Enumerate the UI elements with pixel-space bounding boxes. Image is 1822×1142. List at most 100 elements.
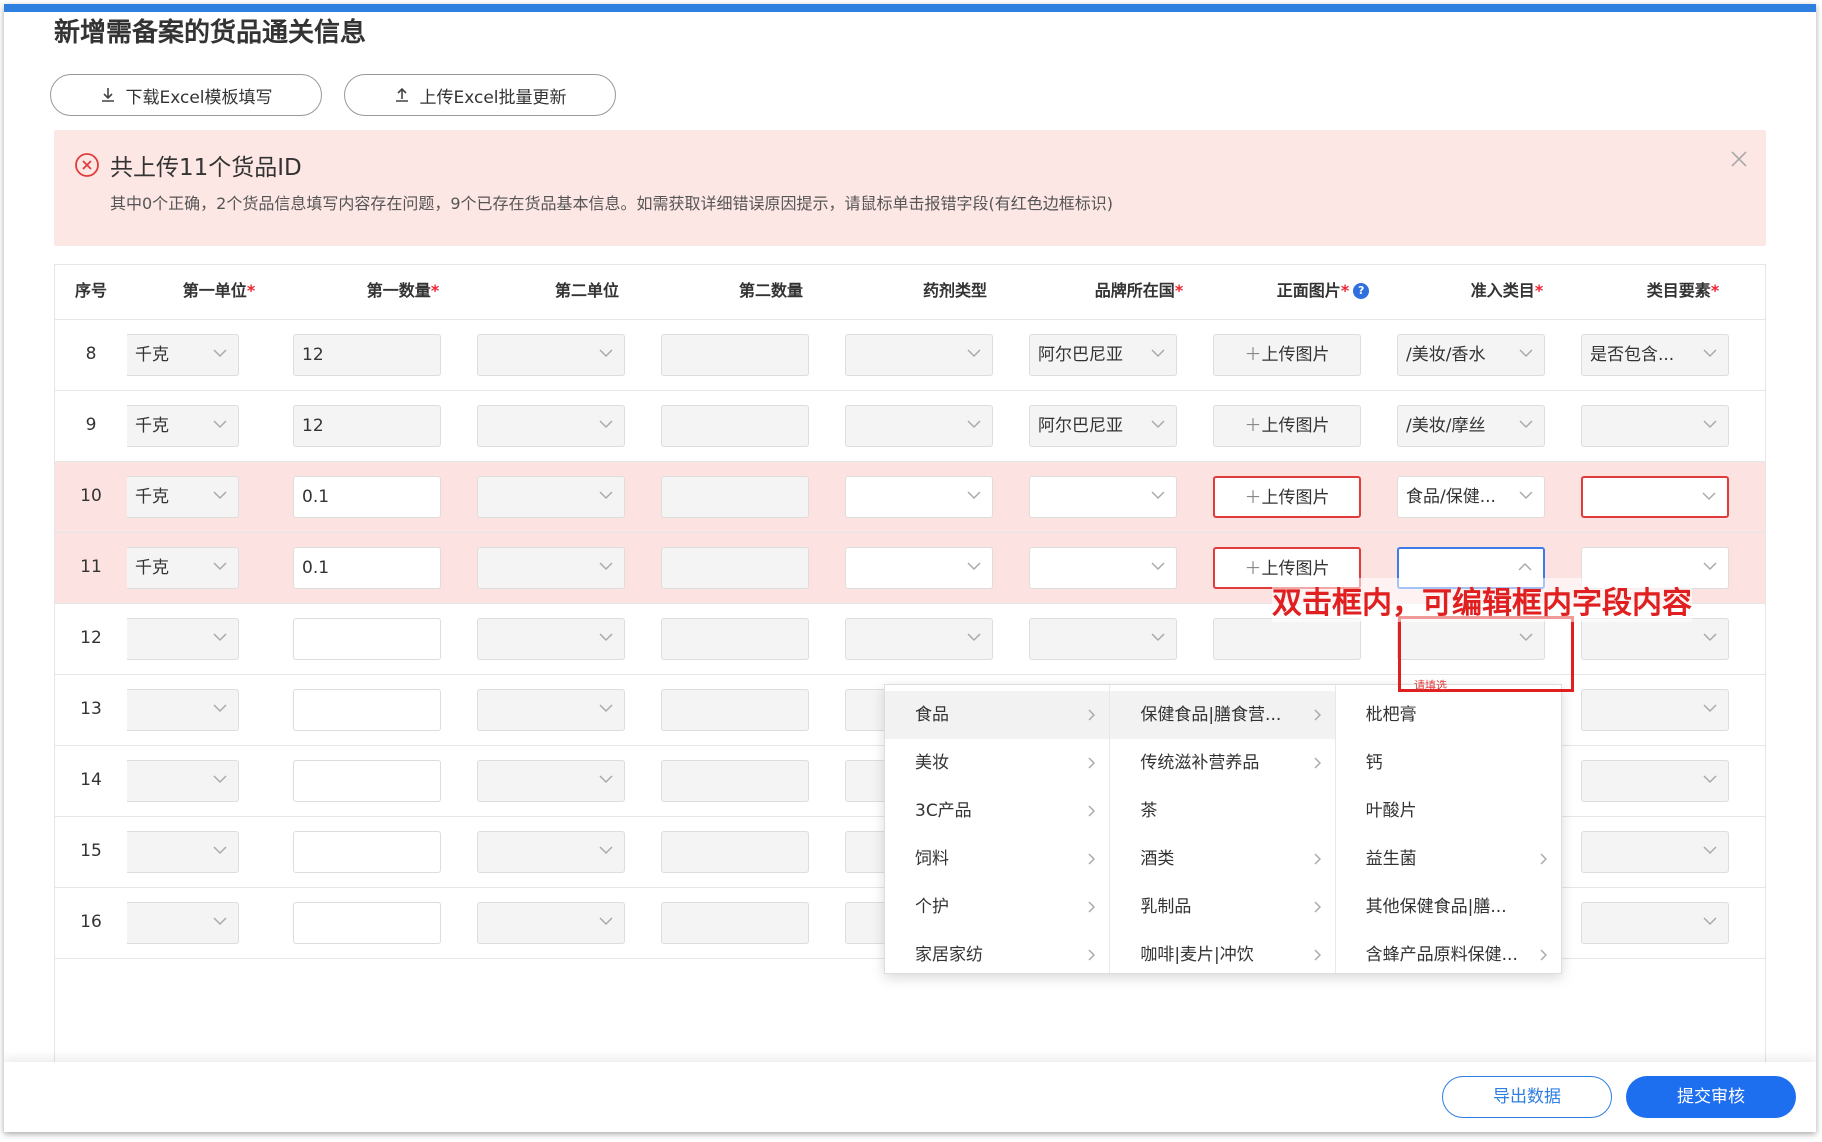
chevron-down-icon xyxy=(1703,775,1717,784)
category-element-select[interactable]: 是否包含... xyxy=(1581,334,1729,376)
first-qty-input[interactable] xyxy=(293,902,441,944)
first-qty-input[interactable]: 0.1 xyxy=(293,476,441,518)
upload-icon xyxy=(396,87,409,102)
second-unit-select[interactable] xyxy=(477,476,625,518)
second-unit-select[interactable] xyxy=(477,334,625,376)
upload-image-button[interactable] xyxy=(1213,618,1361,660)
access-category-select[interactable]: /美妆/香水 xyxy=(1397,334,1545,376)
upload-image-button[interactable]: ＋上传图片 xyxy=(1213,334,1361,376)
first-unit-select[interactable]: 千克 xyxy=(127,547,239,589)
upload-excel-button[interactable]: 上传Excel批量更新 xyxy=(344,74,616,116)
cascader-option[interactable]: 乳制品 xyxy=(1110,883,1334,931)
first-qty-input[interactable]: 0.1 xyxy=(293,547,441,589)
chevron-right-icon xyxy=(1088,949,1096,961)
dosage-type-select[interactable] xyxy=(845,405,993,447)
second-qty-input[interactable] xyxy=(661,476,809,518)
second-qty-input[interactable] xyxy=(661,760,809,802)
cascader-option-label: 咖啡|麦片|冲饮 xyxy=(1140,945,1254,965)
cascader-option[interactable]: 美妆 xyxy=(885,739,1109,787)
second-unit-select[interactable] xyxy=(477,405,625,447)
first-unit-select[interactable] xyxy=(127,902,239,944)
close-icon[interactable] xyxy=(1728,148,1750,170)
category-element-select[interactable] xyxy=(1581,831,1729,873)
cascader-option[interactable]: 家居家纺 xyxy=(885,931,1109,979)
brand-country-select[interactable]: 阿尔巴尼亚 xyxy=(1029,405,1177,447)
cascader-option[interactable]: 个护 xyxy=(885,883,1109,931)
chevron-down-icon xyxy=(967,420,981,429)
cascader-option[interactable]: 酒类 xyxy=(1110,835,1334,883)
cascader-option[interactable]: 饲料 xyxy=(885,835,1109,883)
category-element-select[interactable] xyxy=(1581,618,1729,660)
chevron-down-icon xyxy=(213,846,227,855)
first-qty-input[interactable] xyxy=(293,618,441,660)
second-unit-select[interactable] xyxy=(477,618,625,660)
download-template-button[interactable]: 下载Excel模板填写 xyxy=(50,74,322,116)
submit-review-button[interactable]: 提交审核 xyxy=(1626,1076,1796,1118)
cascader-option[interactable]: 咖啡|麦片|冲饮 xyxy=(1110,931,1334,979)
cascader-option[interactable]: 保健食品|膳食营... xyxy=(1110,691,1335,739)
upload-image-button[interactable]: ＋上传图片 xyxy=(1213,476,1361,518)
first-unit-select[interactable]: 千克 xyxy=(127,334,239,376)
category-element-select[interactable] xyxy=(1581,760,1729,802)
second-unit-select[interactable] xyxy=(477,902,625,944)
second-qty-input[interactable] xyxy=(661,618,809,660)
cascader-option[interactable]: 含蜂产品原料保健... xyxy=(1336,931,1561,979)
first-qty-input[interactable] xyxy=(293,831,441,873)
access-category-select[interactable]: /美妆/摩丝 xyxy=(1397,405,1545,447)
chevron-right-icon xyxy=(1314,709,1321,721)
second-unit-select[interactable] xyxy=(477,831,625,873)
category-element-select[interactable] xyxy=(1581,476,1729,518)
cascader-option[interactable]: 益生菌 xyxy=(1336,835,1561,883)
brand-country-select[interactable] xyxy=(1029,476,1177,518)
dosage-type-select[interactable] xyxy=(845,618,993,660)
second-unit-select[interactable] xyxy=(477,760,625,802)
second-qty-input[interactable] xyxy=(661,334,809,376)
chevron-down-icon xyxy=(1519,491,1533,500)
second-qty-input[interactable] xyxy=(661,405,809,447)
first-unit-select[interactable] xyxy=(127,831,239,873)
cascader-option[interactable]: 枇杷膏 xyxy=(1336,691,1561,739)
export-data-button[interactable]: 导出数据 xyxy=(1442,1076,1612,1118)
dosage-type-select[interactable] xyxy=(845,334,993,376)
first-qty-input[interactable] xyxy=(293,689,441,731)
category-element-select[interactable] xyxy=(1581,689,1729,731)
first-qty-input-value: 0.1 xyxy=(302,487,330,507)
chevron-down-icon xyxy=(599,775,613,784)
second-qty-input[interactable] xyxy=(661,902,809,944)
first-qty-input[interactable]: 12 xyxy=(293,405,441,447)
second-unit-select[interactable] xyxy=(477,547,625,589)
cascader-option[interactable]: 叶酸片 xyxy=(1336,787,1561,835)
first-unit-select[interactable] xyxy=(127,689,239,731)
dosage-type-select[interactable] xyxy=(845,547,993,589)
first-unit-select[interactable]: 千克 xyxy=(127,405,239,447)
cascader-option[interactable]: 3C产品 xyxy=(885,787,1109,835)
category-element-select[interactable] xyxy=(1581,902,1729,944)
first-unit-select[interactable] xyxy=(127,760,239,802)
second-qty-input[interactable] xyxy=(661,689,809,731)
cascader-option[interactable]: 传统滋补营养品 xyxy=(1110,739,1334,787)
column-header-label: 品牌所在国 xyxy=(1094,281,1175,300)
first-qty-input[interactable]: 12 xyxy=(293,334,441,376)
dosage-type-select[interactable] xyxy=(845,476,993,518)
cascader-option[interactable]: 钙 xyxy=(1336,739,1561,787)
table-row: 8 千克 12 阿尔巴尼亚 ＋上传图片/美妆/香水 是否包含... xyxy=(55,320,1765,391)
first-unit-select[interactable] xyxy=(127,618,239,660)
help-icon[interactable]: ? xyxy=(1353,283,1370,299)
second-qty-input[interactable] xyxy=(661,831,809,873)
second-qty-input[interactable] xyxy=(661,547,809,589)
brand-country-select-value: 阿尔巴尼亚 xyxy=(1038,416,1123,436)
first-unit-select[interactable]: 千克 xyxy=(127,476,239,518)
first-qty-input[interactable] xyxy=(293,760,441,802)
category-element-select[interactable] xyxy=(1581,405,1729,447)
brand-country-select[interactable]: 阿尔巴尼亚 xyxy=(1029,334,1177,376)
cascader-option[interactable]: 茶 xyxy=(1110,787,1334,835)
upload-image-button[interactable]: ＋上传图片 xyxy=(1213,405,1361,447)
brand-country-select[interactable] xyxy=(1029,618,1177,660)
chevron-down-icon xyxy=(1151,349,1165,358)
cascader-option[interactable]: 其他保健食品|膳... xyxy=(1336,883,1561,931)
cascader-option[interactable]: 食品 xyxy=(885,691,1110,739)
access-category-select[interactable]: 食品/保健... xyxy=(1397,476,1545,518)
row-index: 14 xyxy=(80,770,102,790)
brand-country-select[interactable] xyxy=(1029,547,1177,589)
second-unit-select[interactable] xyxy=(477,689,625,731)
